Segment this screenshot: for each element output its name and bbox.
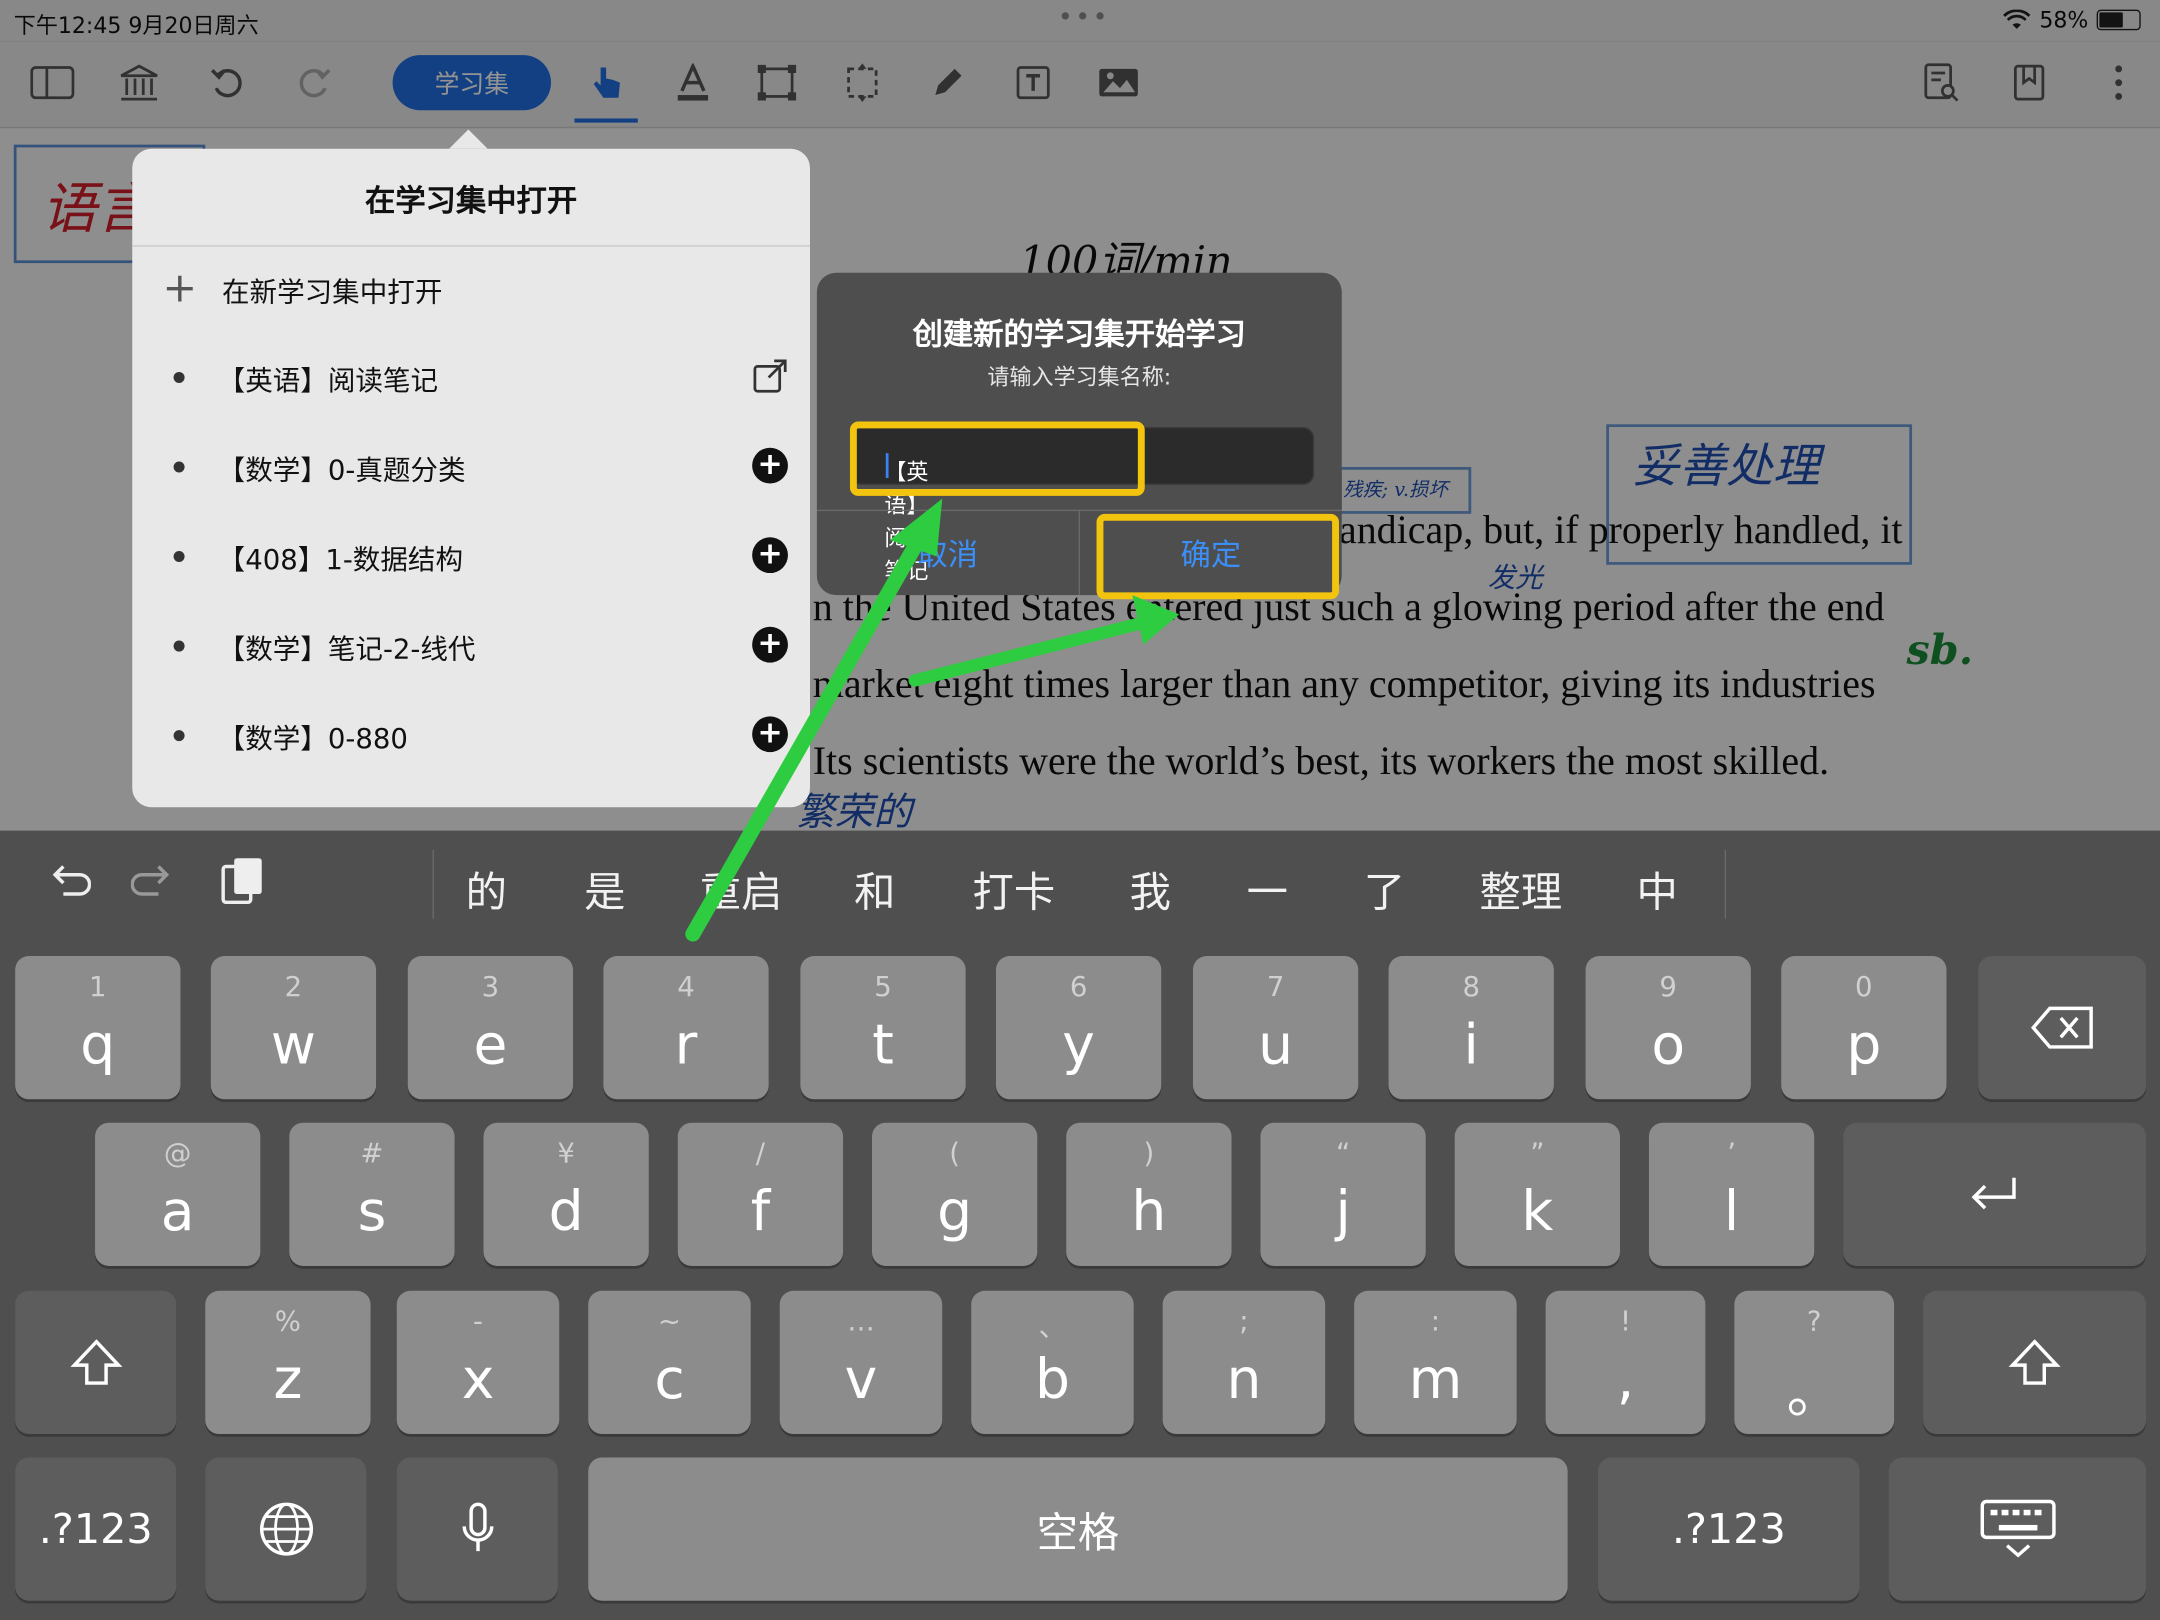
shift-key-left[interactable] — [15, 1290, 177, 1435]
bullet-icon — [173, 640, 185, 652]
study-set-label: 【数学】0-880 — [217, 721, 408, 755]
key-x[interactable]: -x — [396, 1290, 560, 1435]
key-r[interactable]: 4r — [603, 956, 769, 1100]
dialog-message: 请输入学习集名称: — [987, 363, 1172, 390]
candidate-word[interactable]: 的 — [466, 858, 507, 919]
key-v[interactable]: … v — [779, 1290, 943, 1435]
clipboard-paste-icon[interactable] — [218, 855, 268, 907]
bullet-icon — [173, 551, 185, 563]
key-h[interactable]: ) h — [1066, 1122, 1232, 1266]
candidate-word[interactable]: 打卡 — [973, 858, 1056, 919]
key-k[interactable]: ” k — [1454, 1122, 1620, 1266]
popover-title: 在学习集中打开 — [365, 184, 578, 220]
key-n[interactable]: ; n — [1162, 1290, 1326, 1435]
keyboard-redo-icon[interactable] — [130, 858, 178, 905]
key-i[interactable]: 8i — [1388, 956, 1554, 1100]
popover-divider — [132, 245, 810, 247]
study-set-label: 【数学】笔记-2-线代 — [217, 631, 476, 665]
return-key[interactable] — [1843, 1122, 2147, 1266]
key-c[interactable]: ~ c — [588, 1290, 751, 1435]
key-period[interactable]: ?。 — [1734, 1290, 1895, 1435]
key-w[interactable]: 2w — [210, 956, 377, 1100]
dialog-title: 创建新的学习集开始学习 — [912, 318, 1246, 353]
key-d[interactable]: ¥ d — [483, 1122, 649, 1266]
backspace-icon — [2030, 1006, 2093, 1049]
key-s[interactable]: # s — [289, 1122, 455, 1266]
candidate-word[interactable]: 一 — [1247, 858, 1288, 919]
open-in-new-study-set[interactable]: + 在新学习集中打开 — [132, 255, 810, 324]
add-circle-icon[interactable]: + — [752, 447, 788, 484]
dismiss-keyboard-key[interactable] — [1888, 1457, 2147, 1601]
key-t[interactable]: 5t — [800, 956, 966, 1100]
study-set-item[interactable]: 【英语】阅读笔记 — [132, 343, 810, 412]
add-circle-icon[interactable]: + — [752, 626, 788, 663]
numbers-key-right[interactable]: .?123 — [1597, 1457, 1860, 1601]
candidate-word[interactable]: 和 — [854, 858, 895, 919]
return-icon — [1971, 1177, 2016, 1210]
key-m[interactable]: :m — [1354, 1290, 1517, 1435]
cancel-button[interactable]: 取消 — [817, 510, 1079, 595]
add-circle-icon[interactable]: + — [752, 537, 788, 574]
key-u[interactable]: 7u — [1192, 956, 1359, 1100]
open-external-icon[interactable] — [752, 358, 788, 394]
new-study-set-label: 在新学习集中打开 — [221, 274, 443, 308]
key-z[interactable]: % z — [205, 1290, 371, 1435]
study-set-label: 【408】1-数据结构 — [217, 542, 464, 576]
study-set-item[interactable]: 【数学】笔记-2-线代 + — [132, 612, 810, 681]
candidate-word[interactable]: 整理 — [1479, 858, 1562, 919]
candidate-word[interactable]: 重启 — [700, 858, 783, 919]
plus-icon: + — [162, 264, 198, 313]
numbers-key-left[interactable]: .?123 — [15, 1457, 177, 1601]
key-comma[interactable]: !, — [1545, 1290, 1706, 1435]
candidate-separator — [432, 849, 434, 919]
key-e[interactable]: 3e — [407, 956, 574, 1100]
microphone-icon — [461, 1502, 493, 1552]
backspace-key[interactable] — [1978, 956, 2147, 1100]
input-highlight-box — [849, 421, 1145, 496]
shift-icon — [69, 1339, 122, 1385]
study-set-item[interactable]: 【408】1-数据结构 + — [132, 522, 810, 591]
candidate-word[interactable]: 我 — [1130, 858, 1171, 919]
candidate-word[interactable]: 中 — [1637, 858, 1678, 919]
open-in-study-set-popover: 在学习集中打开 + 在新学习集中打开 【英语】阅读笔记 【数学】0-真题分类 +… — [132, 129, 810, 808]
key-b[interactable]: 、 b — [971, 1290, 1134, 1435]
key-y[interactable]: 6y — [995, 956, 1162, 1100]
candidate-word[interactable]: 了 — [1364, 858, 1405, 919]
candidate-word[interactable]: 是 — [584, 858, 625, 919]
study-set-item[interactable]: 【数学】0-880 + — [132, 701, 810, 770]
onscreen-keyboard: 的 是 重启 和 打卡 我 一 了 整理 中 1q 2w 3e 4r 5t 6y… — [0, 830, 2160, 1620]
key-a[interactable]: @ a — [95, 1122, 261, 1266]
bullet-icon — [173, 371, 185, 383]
language-key[interactable] — [205, 1457, 367, 1601]
globe-icon — [259, 1502, 313, 1556]
candidate-separator — [1724, 849, 1727, 919]
key-o[interactable]: 9o — [1585, 956, 1751, 1100]
dictation-key[interactable] — [396, 1457, 558, 1601]
add-circle-icon[interactable]: + — [752, 716, 788, 753]
key-q[interactable]: 1q — [15, 956, 181, 1100]
key-g[interactable]: (g — [871, 1122, 1038, 1266]
bullet-icon — [173, 461, 185, 473]
space-key[interactable]: 空格 — [588, 1457, 1568, 1601]
keyboard-hide-icon — [1979, 1499, 2055, 1558]
study-set-label: 【英语】阅读笔记 — [217, 362, 439, 397]
key-f[interactable]: / f — [677, 1122, 844, 1266]
key-l[interactable]: ’ l — [1648, 1122, 1815, 1266]
candidate-bar: 的 是 重启 和 打卡 我 一 了 整理 中 — [0, 831, 2160, 936]
key-p[interactable]: 0p — [1781, 956, 1947, 1100]
keyboard-undo-icon[interactable] — [44, 858, 91, 905]
bullet-icon — [173, 730, 185, 742]
shift-icon — [2008, 1339, 2061, 1385]
shift-key-right[interactable] — [1923, 1290, 2147, 1435]
key-j[interactable]: “j — [1260, 1122, 1426, 1266]
study-set-item[interactable]: 【数学】0-真题分类 + — [132, 433, 810, 502]
study-set-label: 【数学】0-真题分类 — [217, 452, 466, 486]
confirm-highlight-box — [1096, 513, 1339, 600]
